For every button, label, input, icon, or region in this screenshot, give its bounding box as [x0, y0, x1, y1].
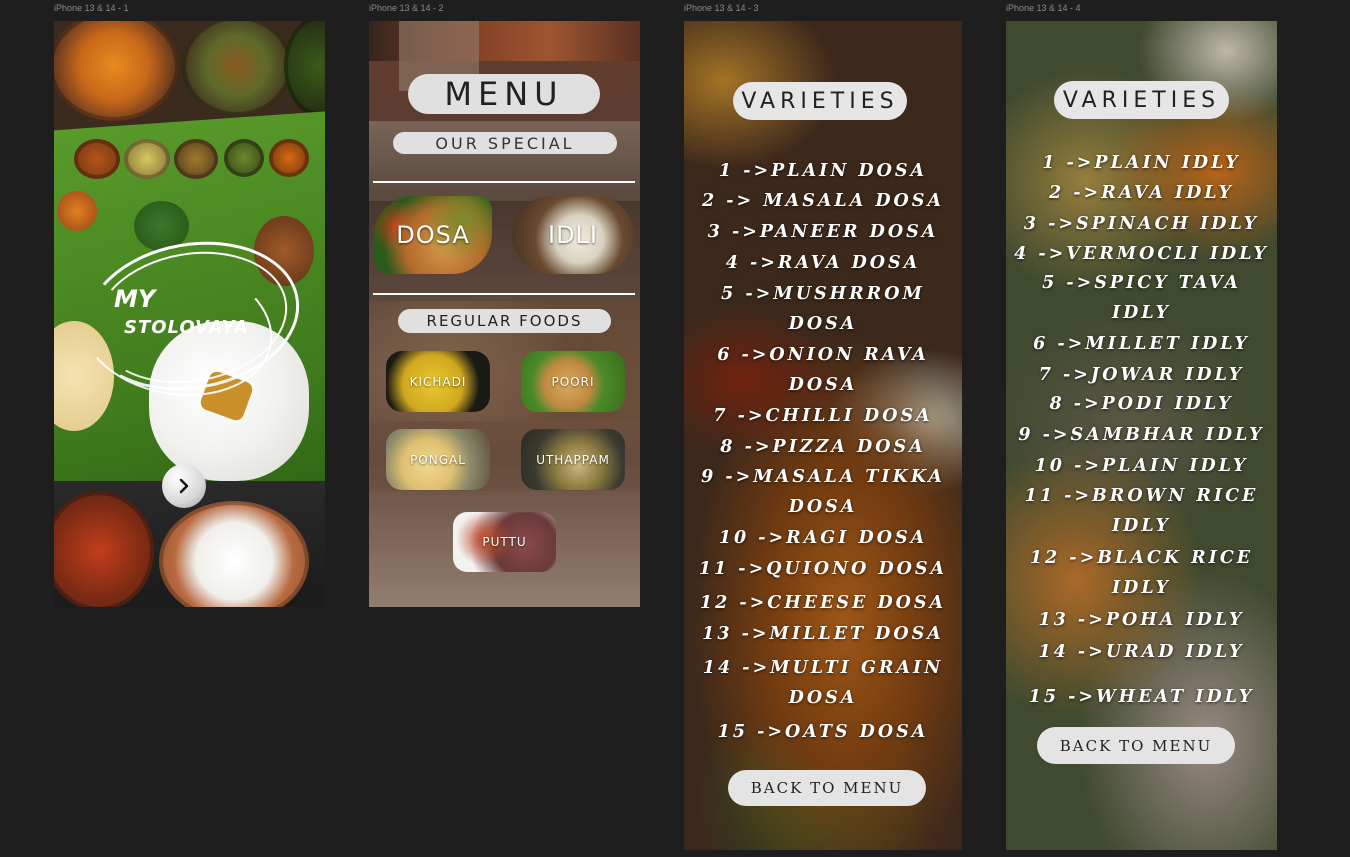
list-item: IDLY — [1111, 578, 1172, 598]
special-heading: OUR SPECIAL — [393, 132, 617, 154]
dosa-label: DOSA — [396, 221, 470, 249]
frame-label-2: iPhone 13 & 14 - 2 — [369, 3, 444, 13]
list-item: 9 ->MASALA TIKKA — [701, 467, 945, 487]
varieties-title: VARIETIES — [733, 82, 907, 120]
chevron-right-icon — [179, 478, 189, 494]
puttu-card[interactable]: PUTTU — [453, 512, 556, 572]
list-item: 13 ->MILLET DOSA — [702, 624, 944, 644]
list-item: 8 ->PIZZA DOSA — [720, 437, 926, 457]
list-item: 1 ->PLAIN IDLY — [1042, 153, 1241, 173]
kichadi-card[interactable]: KICHADI — [386, 351, 490, 412]
frame-label-4: iPhone 13 & 14 - 4 — [1006, 3, 1081, 13]
list-item: 5 ->SPICY TAVA — [1042, 273, 1241, 293]
back-to-menu-button[interactable]: BACK TO MENU — [728, 770, 926, 806]
list-item: DOSA — [788, 497, 858, 517]
menu-screen: MENU OUR SPECIAL DOSA IDLI REGULAR FOODS… — [369, 21, 640, 607]
logo-line-1: MY — [114, 285, 156, 313]
poori-label: POORI — [551, 374, 595, 389]
list-item: 14 ->URAD IDLY — [1038, 642, 1245, 662]
logo-line-2: STOLOVAYA — [124, 317, 249, 338]
poori-card[interactable]: POORI — [521, 351, 625, 412]
list-item: 10 ->PLAIN IDLY — [1034, 456, 1249, 476]
list-item: 12 ->BLACK RICE — [1029, 548, 1254, 568]
next-button[interactable] — [162, 464, 206, 508]
list-item: 15 ->WHEAT IDLY — [1028, 687, 1255, 707]
kichadi-label: KICHADI — [409, 374, 467, 389]
list-item: 3 ->SPINACH IDLY — [1023, 214, 1260, 234]
frame-label-3: iPhone 13 & 14 - 3 — [684, 3, 759, 13]
list-item: 11 ->BROWN RICE — [1024, 486, 1259, 506]
idli-card[interactable]: IDLI — [512, 196, 634, 274]
idly-varieties-screen: VARIETIES 1 ->PLAIN IDLY 2 ->RAVA IDLY 3… — [1006, 21, 1277, 850]
list-item: 4 ->RAVA DOSA — [725, 253, 921, 273]
varieties-title: VARIETIES — [1054, 81, 1229, 119]
list-item: 10 ->RAGI DOSA — [718, 528, 928, 548]
regular-heading: REGULAR FOODS — [398, 309, 611, 333]
list-item: 4 ->VERMOCLI IDLY — [1014, 244, 1269, 264]
pongal-card[interactable]: PONGAL — [386, 429, 490, 490]
list-item: IDLY — [1111, 303, 1172, 323]
list-item: 14 ->MULTI GRAIN — [702, 658, 944, 678]
back-to-menu-button[interactable]: BACK TO MENU — [1037, 727, 1235, 764]
list-item: 2 -> MASALA DOSA — [701, 191, 945, 211]
list-item: 5 ->MUSHRROM — [721, 284, 925, 304]
list-item: 15 ->OATS DOSA — [717, 722, 929, 742]
dosa-card[interactable]: DOSA — [374, 196, 492, 274]
list-item: 1 ->PLAIN DOSA — [718, 161, 928, 181]
list-item: 2 ->RAVA IDLY — [1049, 183, 1234, 203]
uthappam-card[interactable]: UTHAPPAM — [521, 429, 625, 490]
divider — [373, 181, 635, 183]
menu-title: MENU — [408, 74, 600, 114]
list-item: 9 ->SAMBHAR IDLY — [1018, 425, 1265, 445]
list-item: 7 ->JOWAR IDLY — [1038, 365, 1245, 385]
list-item: 6 ->MILLET IDLY — [1033, 334, 1250, 354]
pongal-label: PONGAL — [410, 452, 466, 467]
splash-screen: MY STOLOVAYA — [54, 21, 325, 607]
list-item: 12 ->CHEESE DOSA — [699, 593, 947, 613]
divider — [373, 293, 635, 295]
list-item: IDLY — [1111, 516, 1172, 536]
list-item: 7 ->CHILLI DOSA — [713, 406, 933, 426]
dosa-varieties-screen: VARIETIES 1 ->PLAIN DOSA 2 -> MASALA DOS… — [684, 21, 962, 850]
list-item: DOSA — [788, 314, 858, 334]
frame-label-1: iPhone 13 & 14 - 1 — [54, 3, 129, 13]
list-item: 6 ->ONION RAVA — [717, 345, 929, 365]
list-item: 3 ->PANEER DOSA — [707, 222, 939, 242]
list-item: 8 ->PODI IDLY — [1049, 394, 1234, 414]
idli-label: IDLI — [547, 221, 598, 249]
list-item: 11 ->QUIONO DOSA — [698, 559, 948, 579]
uthappam-label: UTHAPPAM — [536, 452, 610, 467]
list-item: DOSA — [788, 688, 858, 708]
list-item: 13 ->POHA IDLY — [1038, 610, 1245, 630]
list-item: DOSA — [788, 375, 858, 395]
puttu-label: PUTTU — [482, 535, 527, 549]
